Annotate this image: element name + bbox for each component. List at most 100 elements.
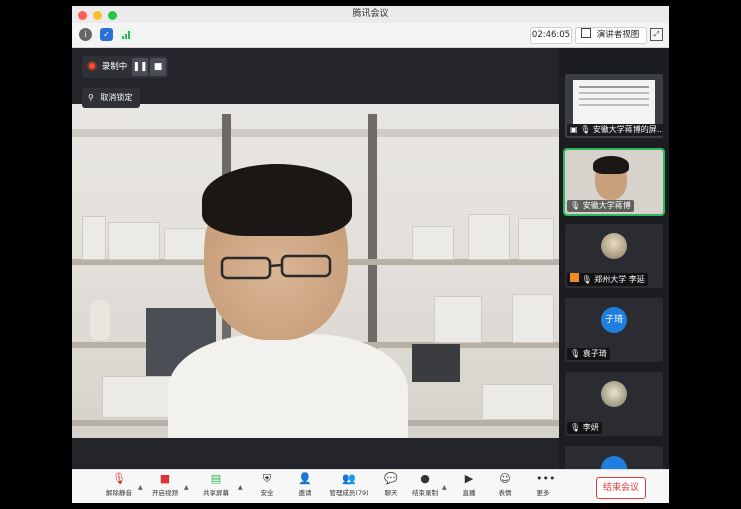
meeting-window: 腾讯会议 i ✓ 02:46:05 演讲者视图 ▾ ⤢ bbox=[72, 6, 669, 503]
recording-icon bbox=[89, 63, 95, 69]
stop-recording-button[interactable]: ■ bbox=[150, 58, 166, 76]
participant-panel: › ▣ 🎙 安徽大学蒋博的屏... 🎙 安徽大学蒋博 bbox=[559, 48, 669, 469]
title-bar: 腾讯会议 bbox=[72, 6, 669, 23]
unmute-button[interactable]: 🎙 解除静音 bbox=[99, 472, 139, 497]
screen-share-thumbnail bbox=[573, 80, 655, 124]
start-video-button[interactable]: ■ 开启视频 bbox=[145, 472, 185, 497]
view-mode-label: 演讲者视图 bbox=[596, 30, 640, 40]
person-body bbox=[168, 334, 408, 438]
avatar: 子琦 bbox=[601, 307, 627, 333]
toolbar-label: 管理成员(79) bbox=[329, 489, 369, 497]
participant-name: 🎙 郑州大学 李延 bbox=[567, 273, 648, 286]
chevron-up-icon[interactable]: ▲ bbox=[138, 484, 143, 491]
shield-icon: ⛨ bbox=[262, 472, 272, 485]
participant-name: 🎙 李妍 bbox=[567, 422, 602, 434]
avatar bbox=[601, 381, 627, 407]
record-stop-icon: ● bbox=[420, 472, 430, 485]
avatar bbox=[601, 233, 627, 259]
emoji-icon: ☺ bbox=[499, 472, 511, 485]
pin-icon: ⚲ bbox=[88, 93, 94, 102]
shelf-box bbox=[108, 222, 160, 260]
invite-button[interactable]: 👤 邀请 bbox=[285, 472, 325, 497]
invite-icon: 👤 bbox=[298, 472, 312, 485]
security-button[interactable]: ⛨ 安全 bbox=[247, 472, 287, 497]
glasses bbox=[220, 254, 332, 280]
end-meeting-button[interactable]: 结束会议 bbox=[596, 477, 646, 499]
mic-icon: 🎙 bbox=[580, 125, 591, 134]
chevron-up-icon[interactable]: ▲ bbox=[442, 484, 447, 491]
recording-indicator: 录制中 ❚❚ ■ bbox=[82, 56, 168, 78]
more-button[interactable]: ••• 更多 bbox=[523, 472, 563, 497]
person-hair bbox=[202, 164, 352, 236]
toolbar-label: 开启视频 bbox=[152, 489, 178, 497]
toolbar-label: 聊天 bbox=[384, 489, 398, 497]
minimize-window-button[interactable] bbox=[92, 11, 102, 20]
shield-icon[interactable]: ✓ bbox=[100, 28, 113, 41]
stop-recording-toolbar-button[interactable]: ● 结束录制 bbox=[405, 472, 445, 497]
live-stream-button[interactable]: ▶ 直播 bbox=[449, 472, 489, 497]
vase bbox=[90, 300, 110, 340]
mic-muted-icon: 🎙 bbox=[570, 423, 581, 432]
toolbar-label: 安全 bbox=[260, 489, 274, 497]
reactions-button[interactable]: ☺ 表情 bbox=[485, 472, 525, 497]
participant-tile[interactable]: 子琦 🎙 袁子琦 bbox=[565, 298, 663, 362]
participant-name: ▣ 🎙 安徽大学蒋博的屏... bbox=[567, 124, 663, 136]
shelf-books bbox=[468, 214, 510, 260]
window-title: 腾讯会议 bbox=[352, 9, 389, 19]
meeting-timer: 02:46:05 bbox=[530, 27, 572, 44]
toolbar-label: 结束录制 bbox=[412, 489, 438, 497]
toolbar-label: 表情 bbox=[498, 489, 512, 497]
participant-tile[interactable]: 🎙 李妍 bbox=[565, 372, 663, 436]
participant-name-text: 李妍 bbox=[582, 423, 599, 432]
shelf-box bbox=[82, 216, 106, 260]
participant-name-text: 安徽大学蒋博的屏... bbox=[592, 125, 663, 134]
participant-tile[interactable]: ▣ 🎙 安徽大学蒋博的屏... bbox=[565, 74, 663, 138]
speaker-video bbox=[72, 104, 559, 438]
chevron-up-icon[interactable]: ▲ bbox=[238, 484, 243, 491]
fullscreen-icon[interactable]: ⤢ bbox=[650, 28, 663, 41]
toolbar-label: 邀请 bbox=[298, 489, 312, 497]
members-icon: 👥 bbox=[342, 472, 356, 485]
participant-name: 🎙 安徽大学蒋博 bbox=[567, 200, 634, 212]
unpin-button[interactable]: ⚲ 取消锁定 bbox=[82, 88, 140, 108]
participant-name-text: 袁子琦 bbox=[582, 349, 607, 358]
live-icon: ▶ bbox=[464, 472, 474, 485]
participant-name: 🎙 袁子琦 bbox=[567, 348, 610, 360]
shelf-box bbox=[518, 218, 554, 260]
mic-muted-icon: 🎙 bbox=[581, 275, 592, 284]
chat-icon: 💬 bbox=[384, 472, 398, 485]
share-screen-icon: ▤ bbox=[210, 472, 222, 485]
mic-icon: 🎙 bbox=[570, 201, 581, 210]
meeting-info-bar: i ✓ 02:46:05 演讲者视图 ▾ ⤢ bbox=[72, 23, 669, 54]
layout-icon bbox=[581, 28, 591, 38]
participant-name-text: 郑州大学 李延 bbox=[594, 275, 645, 284]
participant-name-text: 安徽大学蒋博 bbox=[582, 201, 631, 210]
toolbar-label: 解除静音 bbox=[106, 489, 132, 497]
recording-status: 录制中 bbox=[101, 62, 128, 72]
participant-tile[interactable] bbox=[565, 446, 663, 469]
meeting-toolbar: 🎙 解除静音 ▲ ■ 开启视频 ▲ ▤ 共享屏幕 ▲ ⛨ 安全 👤 邀请 👥 管… bbox=[72, 469, 669, 503]
info-icon[interactable]: i bbox=[79, 28, 92, 41]
shelf-boxes bbox=[482, 384, 554, 420]
tablet bbox=[412, 344, 460, 382]
participant-tile[interactable]: 🎙 安徽大学蒋博 bbox=[563, 148, 665, 216]
participant-tile[interactable]: 🎙 郑州大学 李延 bbox=[565, 224, 663, 288]
mic-muted-icon: 🎙 bbox=[570, 349, 581, 358]
shelf-box bbox=[164, 228, 206, 260]
shelf-box bbox=[412, 226, 454, 260]
shelf-top bbox=[72, 129, 559, 137]
pause-recording-button[interactable]: ❚❚ bbox=[132, 58, 148, 76]
toolbar-label: 直播 bbox=[462, 489, 476, 497]
camera-off-icon: ■ bbox=[159, 472, 171, 485]
screen-share-icon: ▣ bbox=[570, 125, 578, 134]
manage-members-button[interactable]: 👥 管理成员(79) bbox=[326, 472, 372, 497]
avatar bbox=[601, 456, 627, 469]
close-window-button[interactable] bbox=[78, 11, 87, 20]
share-screen-button[interactable]: ▤ 共享屏幕 bbox=[196, 472, 236, 497]
view-mode-selector[interactable]: 演讲者视图 ▾ bbox=[575, 27, 647, 54]
shelf-books bbox=[512, 294, 554, 343]
maximize-window-button[interactable] bbox=[107, 11, 117, 20]
signal-icon[interactable] bbox=[120, 28, 133, 41]
chevron-up-icon[interactable]: ▲ bbox=[184, 484, 189, 491]
main-video-area: 录制中 ❚❚ ■ ⚲ 取消锁定 bbox=[72, 48, 559, 469]
